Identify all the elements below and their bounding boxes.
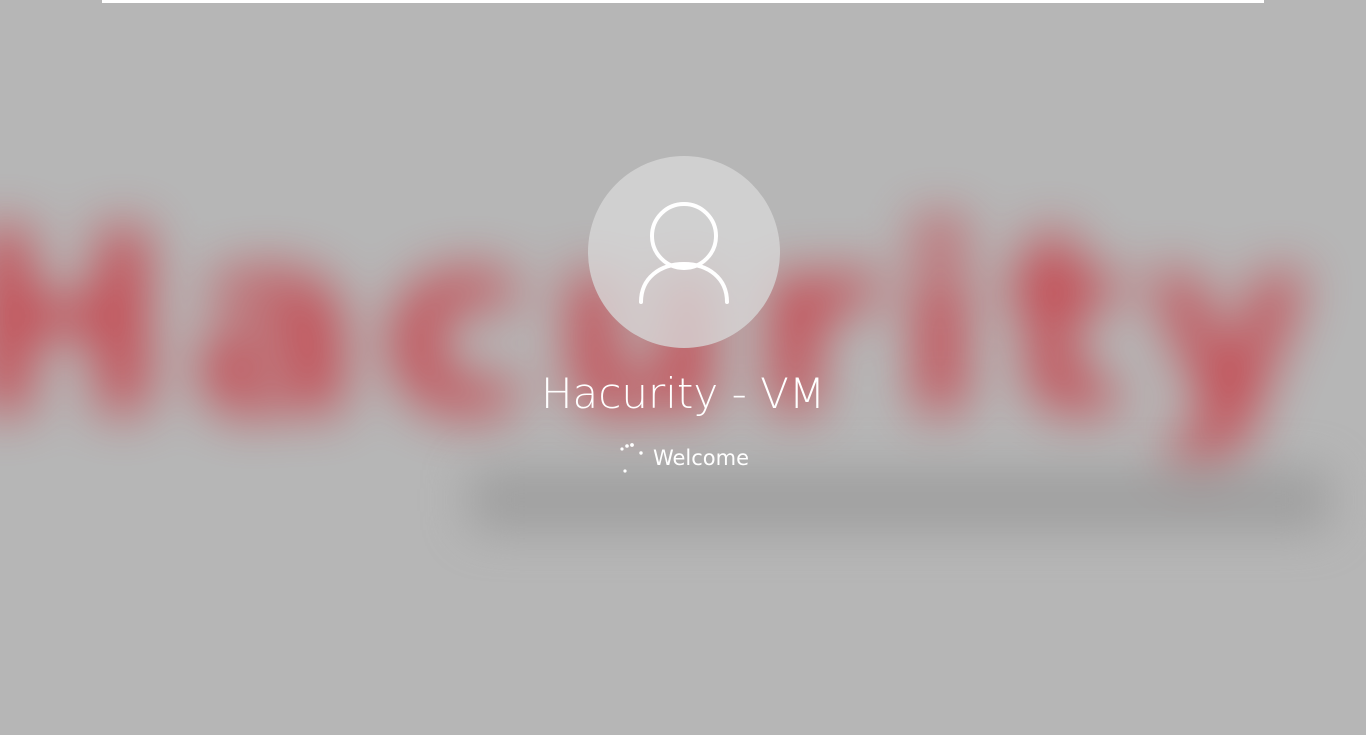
welcome-status-text: Welcome (652, 446, 750, 470)
username-label: Hacurity - VM (540, 369, 826, 418)
wallpaper-shadow-bar (470, 470, 1330, 530)
user-silhouette-icon (639, 202, 729, 304)
lock-screen: Hacurity Hacurity - VM Welcome (0, 0, 1366, 735)
sign-in-status: Welcome (583, 440, 783, 476)
loading-dots-icon (620, 443, 643, 473)
user-avatar (588, 156, 780, 348)
top-edge-strip (102, 0, 1264, 3)
